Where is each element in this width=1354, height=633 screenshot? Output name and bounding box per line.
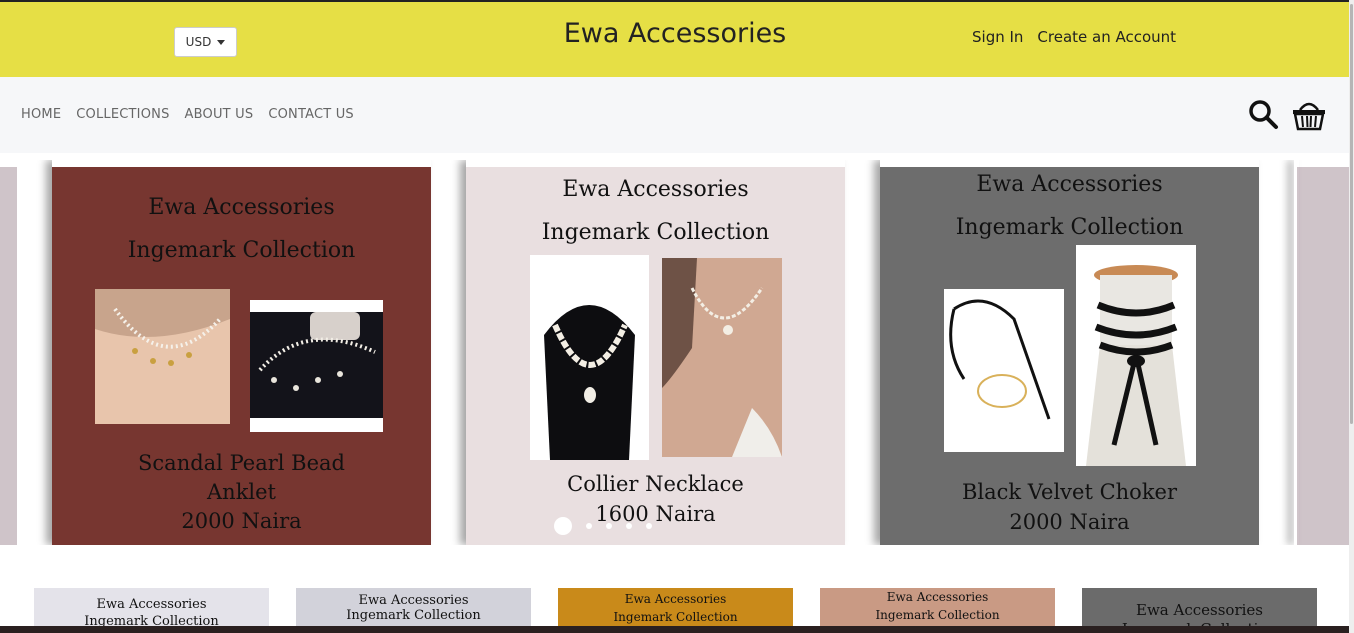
slide-brand: Ewa Accessories <box>148 195 335 220</box>
choker-flat-photo <box>944 289 1064 452</box>
scrollbar-thumb[interactable] <box>1350 4 1353 424</box>
slide-product-name-line2: Anklet <box>207 480 276 504</box>
nav-menu: HOME COLLECTIONS ABOUT US CONTACT US <box>21 107 354 122</box>
slide-edge-right <box>1297 167 1349 545</box>
main-navbar: HOME COLLECTIONS ABOUT US CONTACT US <box>0 77 1349 153</box>
thumbnail-brand: Ewa Accessories <box>624 592 727 606</box>
thumbnail-brand: Ewa Accessories <box>886 590 989 604</box>
necklace-bust-photo <box>530 255 649 460</box>
slide-anklet[interactable]: Ewa Accessories Ingemark Collection Scan… <box>52 160 431 545</box>
caret-down-icon <box>217 39 226 45</box>
page-bottom-strip <box>0 626 1349 633</box>
slide-product-name: Collier Necklace <box>567 472 744 496</box>
slider-dot-2[interactable] <box>586 523 592 529</box>
currency-label: USD <box>185 35 212 49</box>
slider-dot-1[interactable] <box>554 517 572 535</box>
slide-price: 2000 Naira <box>1009 510 1130 534</box>
slider-dot-3[interactable] <box>606 523 612 529</box>
sign-in-link[interactable]: Sign In <box>972 28 1023 46</box>
product-slider[interactable]: Ewa Accessories Ingemark Collection Scan… <box>0 160 1349 545</box>
slider-dot-5[interactable] <box>646 523 652 529</box>
thumbnail-collection: Ingemark Collection <box>346 608 481 623</box>
slide-necklace[interactable]: Ewa Accessories Ingemark Collection Coll… <box>466 160 845 545</box>
slide-choker[interactable]: Ewa Accessories Ingemark Collection Blac… <box>880 160 1259 545</box>
slide-product-name: Black Velvet Choker <box>961 480 1178 504</box>
slide-product-name: Scandal Pearl Bead <box>138 451 345 475</box>
search-icon[interactable] <box>1247 98 1279 130</box>
create-account-link[interactable]: Create an Account <box>1037 28 1176 46</box>
thumbnail-collection: Ingemark Collection <box>613 610 738 624</box>
slide-card: Ewa Accessories Ingemark Collection Blac… <box>880 167 1259 545</box>
nav-item-collections[interactable]: COLLECTIONS <box>76 107 169 122</box>
slide-collection: Ingemark Collection <box>541 220 770 245</box>
pearl-anklet-photo <box>250 300 383 432</box>
slide-collection: Ingemark Collection <box>955 215 1184 240</box>
thumbnail-collection: Ingemark Collection <box>875 608 1000 622</box>
slide-price: 1600 Naira <box>595 502 716 526</box>
thumbnail-brand: Ewa Accessories <box>96 597 207 612</box>
basket-icon[interactable] <box>1291 96 1327 132</box>
choker-bust-photo <box>1076 245 1196 466</box>
slider-pagination <box>554 517 652 535</box>
nav-item-about-us[interactable]: ABOUT US <box>185 107 254 122</box>
slider-dot-4[interactable] <box>626 523 632 529</box>
nav-item-contact-us[interactable]: CONTACT US <box>268 107 354 122</box>
account-links: Sign In Create an Account <box>972 28 1176 46</box>
slide-edge-left <box>0 167 17 545</box>
anklet-photo <box>95 289 230 424</box>
necklace-model-photo <box>662 258 782 457</box>
slide-brand: Ewa Accessories <box>976 172 1163 197</box>
thumbnail-brand: Ewa Accessories <box>1136 601 1263 619</box>
slide-brand: Ewa Accessories <box>562 177 749 202</box>
slide-card: Ewa Accessories Ingemark Collection Scan… <box>52 167 431 545</box>
thumbnail-brand: Ewa Accessories <box>358 593 469 608</box>
slide-card: Ewa Accessories Ingemark Collection Coll… <box>466 167 845 545</box>
nav-item-home[interactable]: HOME <box>21 107 61 122</box>
slide-price: 2000 Naira <box>181 509 302 533</box>
slide-edge-shadow <box>1294 160 1299 545</box>
site-brand[interactable]: Ewa Accessories <box>560 18 790 49</box>
slide-collection: Ingemark Collection <box>127 238 356 263</box>
top-header: USD Ewa Accessories Sign In Create an Ac… <box>0 0 1349 77</box>
currency-selector[interactable]: USD <box>174 27 237 57</box>
